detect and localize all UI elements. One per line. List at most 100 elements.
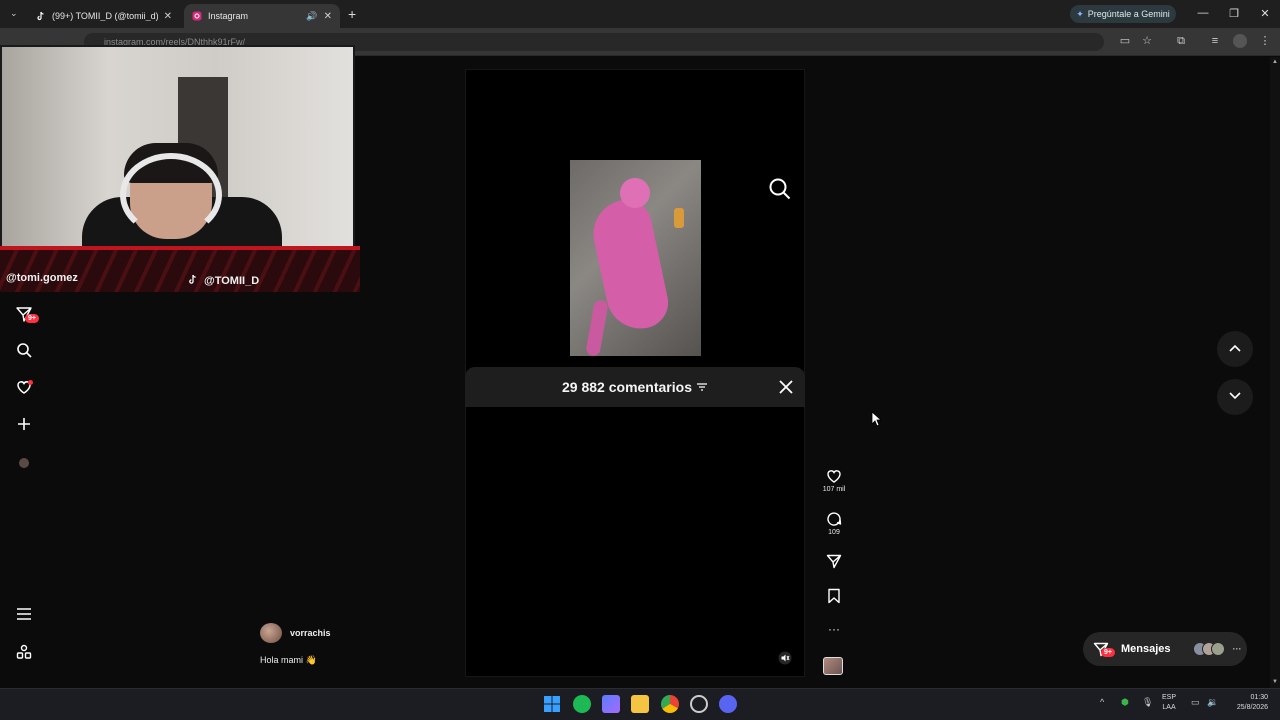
nav-activity[interactable]	[14, 379, 34, 399]
comment-count: 109	[828, 529, 840, 536]
close-tab-icon[interactable]: ✕	[164, 11, 172, 22]
input-language[interactable]: ESP LAA	[1162, 693, 1176, 713]
threads-icon	[16, 644, 32, 665]
restore-icon[interactable]: ❐	[1226, 7, 1242, 20]
tab-label: Instagram	[208, 11, 249, 21]
browser-tab-bar: ⌄ (99+) TOMII_D (@tomii_d) | Tik ✕ Insta…	[0, 0, 1280, 28]
chevron-down-icon	[1228, 388, 1242, 406]
microphone-icon[interactable]: 🎙	[1142, 697, 1153, 708]
profile-avatar	[19, 458, 29, 468]
streamer-tiktok-handle: @TOMII_D	[188, 274, 259, 288]
spotify-icon[interactable]	[573, 695, 591, 713]
security-shield-icon[interactable]: ⬢	[1121, 697, 1129, 708]
nav-notifications[interactable]: 9+	[14, 306, 39, 326]
nav-search[interactable]	[14, 342, 34, 362]
search-icon	[16, 342, 32, 363]
language-code: ESP	[1162, 694, 1177, 701]
close-comments-icon[interactable]	[776, 377, 796, 397]
gemini-button[interactable]: ✦ Pregúntale a Gemini	[1070, 5, 1176, 23]
menu-kebab-icon[interactable]: ⋮	[1258, 34, 1272, 48]
comments-panel-header: 29 882 comentarios	[465, 367, 805, 407]
comment-bubble-icon	[826, 512, 842, 529]
language-layout: LAA	[1162, 704, 1176, 711]
comment-button[interactable]: 109	[822, 511, 846, 536]
ellipsis-icon: ···	[828, 622, 840, 636]
like-count: 107 mil	[822, 486, 846, 493]
next-reel-button[interactable]	[1217, 379, 1253, 415]
new-tab-icon[interactable]: +	[348, 6, 356, 22]
display-icon[interactable]: ▭	[1191, 697, 1200, 708]
gemini-icon: ✦	[1076, 8, 1084, 19]
stream-overlay-accent	[0, 246, 360, 250]
reel-search-icon[interactable]	[768, 177, 792, 201]
headset-icon	[120, 153, 222, 237]
tab-instagram[interactable]: Instagram 🔊 ✕	[184, 4, 340, 28]
bookmark-icon	[827, 588, 841, 606]
tiktok-handle-label: @TOMII_D	[204, 275, 260, 287]
system-clock[interactable]: 01:30 25/8/2026	[1224, 693, 1268, 713]
stream-overlay-banner	[0, 248, 360, 292]
app-icon[interactable]	[602, 695, 620, 713]
comment-author[interactable]: vorrachis	[260, 623, 331, 643]
reel-video-pink-cat[interactable]	[570, 160, 701, 356]
cast-icon[interactable]: ▭	[1118, 34, 1132, 48]
previous-reel-button[interactable]	[1217, 331, 1253, 367]
plus-icon	[16, 416, 32, 437]
comment-avatar[interactable]	[260, 623, 282, 643]
scroll-up-arrow-icon[interactable]: ▲	[1272, 59, 1278, 65]
tab-list-chevron-icon[interactable]: ⌄	[10, 8, 18, 19]
chevron-up-icon	[1228, 340, 1242, 358]
comments-title: 29 882 comentarios	[562, 379, 708, 395]
ellipsis-icon: ···	[1232, 644, 1242, 654]
messages-label: Mensajes	[1121, 643, 1171, 655]
obs-icon[interactable]	[690, 695, 708, 713]
more-options-button[interactable]: ···	[822, 622, 846, 636]
reel-audio-thumbnail[interactable]	[823, 657, 843, 675]
avatar	[1210, 642, 1225, 656]
messages-button[interactable]: 9+ Mensajes ···	[1083, 632, 1247, 666]
scroll-down-arrow-icon[interactable]: ▼	[1272, 679, 1278, 685]
profile-avatar-icon[interactable]	[1233, 34, 1247, 48]
extensions-icon[interactable]: ⧉	[1174, 34, 1188, 48]
discord-icon[interactable]	[719, 695, 737, 713]
volume-icon[interactable]: 🔉	[1207, 697, 1218, 708]
share-button[interactable]	[822, 553, 846, 571]
send-icon: 9+	[1093, 641, 1115, 657]
nav-meta[interactable]	[14, 644, 34, 664]
bookmark-star-icon[interactable]: ☆	[1140, 34, 1154, 48]
comments-count: 29 882 comentarios	[562, 379, 692, 395]
nav-profile[interactable]	[14, 453, 34, 473]
clock-date: 25/8/2026	[1236, 704, 1268, 711]
mute-icon[interactable]	[778, 651, 792, 665]
sort-filter-icon[interactable]	[696, 379, 708, 395]
speaker-icon[interactable]: 🔊	[306, 11, 317, 22]
minimize-icon[interactable]: —	[1195, 7, 1211, 19]
streamer-webcam	[0, 45, 355, 248]
clock-time: 01:30	[1250, 694, 1268, 701]
chrome-icon[interactable]	[661, 695, 679, 713]
tray-overflow-icon[interactable]: ^	[1100, 697, 1104, 707]
cat-head	[620, 178, 650, 208]
gemini-label: Pregúntale a Gemini	[1087, 9, 1170, 19]
cat-tail	[585, 299, 609, 356]
tab-label: (99+) TOMII_D (@tomii_d) | Tik	[52, 11, 158, 21]
close-window-icon[interactable]: ✕	[1257, 7, 1273, 20]
heart-icon	[826, 470, 842, 486]
tiktok-icon	[188, 274, 198, 288]
windows-start-icon[interactable]	[543, 695, 561, 713]
like-button[interactable]: 107 mil	[822, 468, 846, 493]
tab-tiktok[interactable]: (99+) TOMII_D (@tomii_d) | Tik ✕	[28, 4, 180, 28]
save-button[interactable]	[822, 588, 846, 606]
messages-badge: 9+	[1101, 648, 1115, 657]
page-scrollbar[interactable]: ▲ ▼	[1270, 57, 1280, 688]
comment-username: vorrachis	[290, 628, 331, 638]
hamburger-menu-icon	[16, 607, 32, 626]
media-icon[interactable]: ≡	[1208, 34, 1222, 48]
close-tab-icon[interactable]: ✕	[324, 11, 332, 22]
activity-dot	[28, 380, 33, 385]
message-avatars	[1192, 642, 1225, 656]
nav-create[interactable]	[14, 416, 34, 436]
nav-more[interactable]	[14, 606, 34, 626]
file-explorer-icon[interactable]	[631, 695, 649, 713]
streamer-instagram-handle: @tomi.gomez	[6, 272, 78, 284]
